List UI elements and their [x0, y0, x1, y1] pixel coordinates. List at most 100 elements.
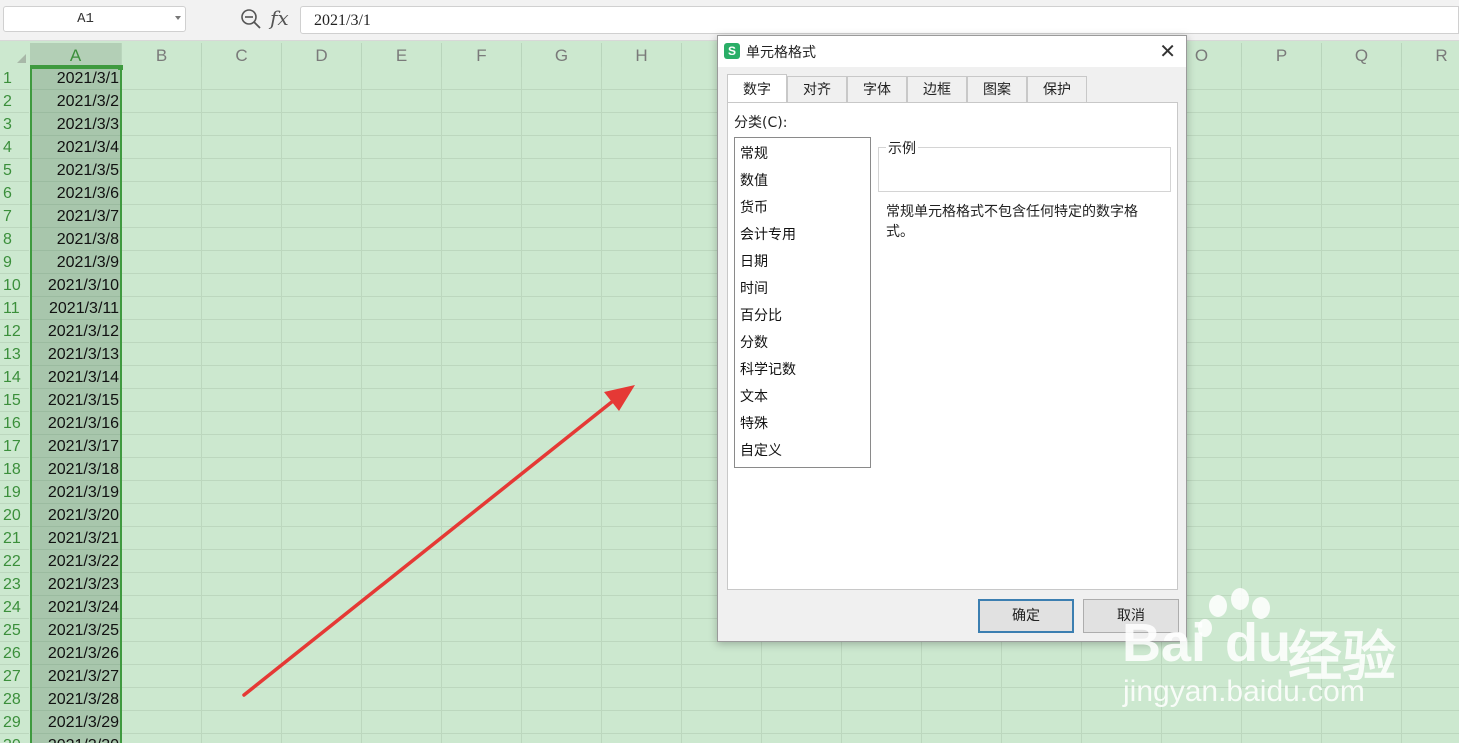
- cell-a[interactable]: 2021/3/17: [30, 435, 122, 458]
- category-item[interactable]: 科学记数: [740, 359, 796, 379]
- column-header-r[interactable]: R: [1402, 43, 1459, 67]
- row-header[interactable]: 21: [0, 527, 29, 550]
- close-icon[interactable]: ✕: [1159, 40, 1176, 62]
- tab-2[interactable]: 字体: [847, 76, 907, 102]
- row-header[interactable]: 25: [0, 619, 29, 642]
- formula-input[interactable]: 2021/3/1: [300, 6, 1459, 34]
- row-header[interactable]: 11: [0, 297, 29, 320]
- category-item[interactable]: 分数: [740, 332, 768, 352]
- cell-a[interactable]: 2021/3/29: [30, 711, 122, 734]
- cell-a[interactable]: 2021/3/24: [30, 596, 122, 619]
- cell-a[interactable]: 2021/3/19: [30, 481, 122, 504]
- cell-a[interactable]: 2021/3/25: [30, 619, 122, 642]
- column-header-a[interactable]: A: [30, 43, 122, 67]
- row-header[interactable]: 24: [0, 596, 29, 619]
- cell-a[interactable]: 2021/3/3: [30, 113, 122, 136]
- cell-a[interactable]: 2021/3/27: [30, 665, 122, 688]
- row-header[interactable]: 16: [0, 412, 29, 435]
- cell-a[interactable]: 2021/3/23: [30, 573, 122, 596]
- row-header[interactable]: 23: [0, 573, 29, 596]
- cell-a[interactable]: 2021/3/22: [30, 550, 122, 573]
- cell-a[interactable]: 2021/3/4: [30, 136, 122, 159]
- cell-a[interactable]: 2021/3/1: [30, 67, 122, 90]
- row-header[interactable]: 3: [0, 113, 29, 136]
- ok-button[interactable]: 确定: [978, 599, 1074, 633]
- category-item[interactable]: 数值: [740, 170, 768, 190]
- row-header[interactable]: 19: [0, 481, 29, 504]
- column-header-q[interactable]: Q: [1322, 43, 1402, 67]
- column-header-g[interactable]: G: [522, 43, 602, 67]
- column-header-e[interactable]: E: [362, 43, 442, 67]
- row-header[interactable]: 30: [0, 734, 29, 743]
- cell-a[interactable]: 2021/3/9: [30, 251, 122, 274]
- cell-a[interactable]: 2021/3/26: [30, 642, 122, 665]
- cell-a[interactable]: 2021/3/15: [30, 389, 122, 412]
- tab-0[interactable]: 数字: [727, 74, 787, 102]
- cell-a[interactable]: 2021/3/16: [30, 412, 122, 435]
- cell-a[interactable]: 2021/3/5: [30, 159, 122, 182]
- cell-a[interactable]: 2021/3/30: [30, 734, 122, 743]
- cell-a[interactable]: 2021/3/18: [30, 458, 122, 481]
- column-header-d[interactable]: D: [282, 43, 362, 67]
- cell-a[interactable]: 2021/3/21: [30, 527, 122, 550]
- row-header[interactable]: 29: [0, 711, 29, 734]
- cell-a[interactable]: 2021/3/7: [30, 205, 122, 228]
- category-item[interactable]: 自定义: [740, 440, 782, 460]
- category-item[interactable]: 日期: [740, 251, 768, 271]
- row-header[interactable]: 13: [0, 343, 29, 366]
- category-item[interactable]: 常规: [740, 143, 768, 163]
- row-header[interactable]: 20: [0, 504, 29, 527]
- cell-a[interactable]: 2021/3/11: [30, 297, 122, 320]
- row-header[interactable]: 8: [0, 228, 29, 251]
- tab-3[interactable]: 边框: [907, 76, 967, 102]
- cell-a[interactable]: 2021/3/13: [30, 343, 122, 366]
- column-header-b[interactable]: B: [122, 43, 202, 67]
- tab-4[interactable]: 图案: [967, 76, 1027, 102]
- category-item[interactable]: 特殊: [740, 413, 768, 433]
- cell-a[interactable]: 2021/3/2: [30, 90, 122, 113]
- row-header[interactable]: 14: [0, 366, 29, 389]
- category-list[interactable]: 常规数值货币会计专用日期时间百分比分数科学记数文本特殊自定义: [734, 137, 871, 468]
- cell-a[interactable]: 2021/3/12: [30, 320, 122, 343]
- cell-a[interactable]: 2021/3/14: [30, 366, 122, 389]
- row-header[interactable]: 4: [0, 136, 29, 159]
- column-header-h[interactable]: H: [602, 43, 682, 67]
- fx-icon[interactable]: fx: [270, 6, 289, 30]
- column-header-c[interactable]: C: [202, 43, 282, 67]
- column-header-p[interactable]: P: [1242, 43, 1322, 67]
- zoom-out-icon[interactable]: [240, 8, 262, 30]
- select-all-corner[interactable]: [0, 43, 29, 67]
- tab-1[interactable]: 对齐: [787, 76, 847, 102]
- category-item[interactable]: 文本: [740, 386, 768, 406]
- cell-a[interactable]: 2021/3/28: [30, 688, 122, 711]
- row-header[interactable]: 9: [0, 251, 29, 274]
- row-header[interactable]: 27: [0, 665, 29, 688]
- category-item[interactable]: 时间: [740, 278, 768, 298]
- row-header[interactable]: 12: [0, 320, 29, 343]
- row-header[interactable]: 15: [0, 389, 29, 412]
- cell-a[interactable]: 2021/3/8: [30, 228, 122, 251]
- row-header[interactable]: 28: [0, 688, 29, 711]
- cell-a[interactable]: 2021/3/10: [30, 274, 122, 297]
- tab-5[interactable]: 保护: [1027, 76, 1087, 102]
- dialog-title-bar[interactable]: S 单元格格式 ✕: [718, 36, 1186, 67]
- row-header[interactable]: 7: [0, 205, 29, 228]
- row-header[interactable]: 26: [0, 642, 29, 665]
- row-header[interactable]: 2: [0, 90, 29, 113]
- chevron-down-icon[interactable]: [175, 16, 181, 20]
- fill-handle[interactable]: [118, 65, 123, 70]
- cell-a[interactable]: 2021/3/20: [30, 504, 122, 527]
- category-item[interactable]: 百分比: [740, 305, 782, 325]
- row-header[interactable]: 18: [0, 458, 29, 481]
- row-header[interactable]: 17: [0, 435, 29, 458]
- category-item[interactable]: 会计专用: [740, 224, 796, 244]
- row-header[interactable]: 1: [0, 67, 29, 90]
- row-header[interactable]: 22: [0, 550, 29, 573]
- row-header[interactable]: 6: [0, 182, 29, 205]
- column-header-f[interactable]: F: [442, 43, 522, 67]
- row-header[interactable]: 10: [0, 274, 29, 297]
- cell-a[interactable]: 2021/3/6: [30, 182, 122, 205]
- category-item[interactable]: 货币: [740, 197, 768, 217]
- name-box[interactable]: A1: [3, 6, 186, 32]
- row-header[interactable]: 5: [0, 159, 29, 182]
